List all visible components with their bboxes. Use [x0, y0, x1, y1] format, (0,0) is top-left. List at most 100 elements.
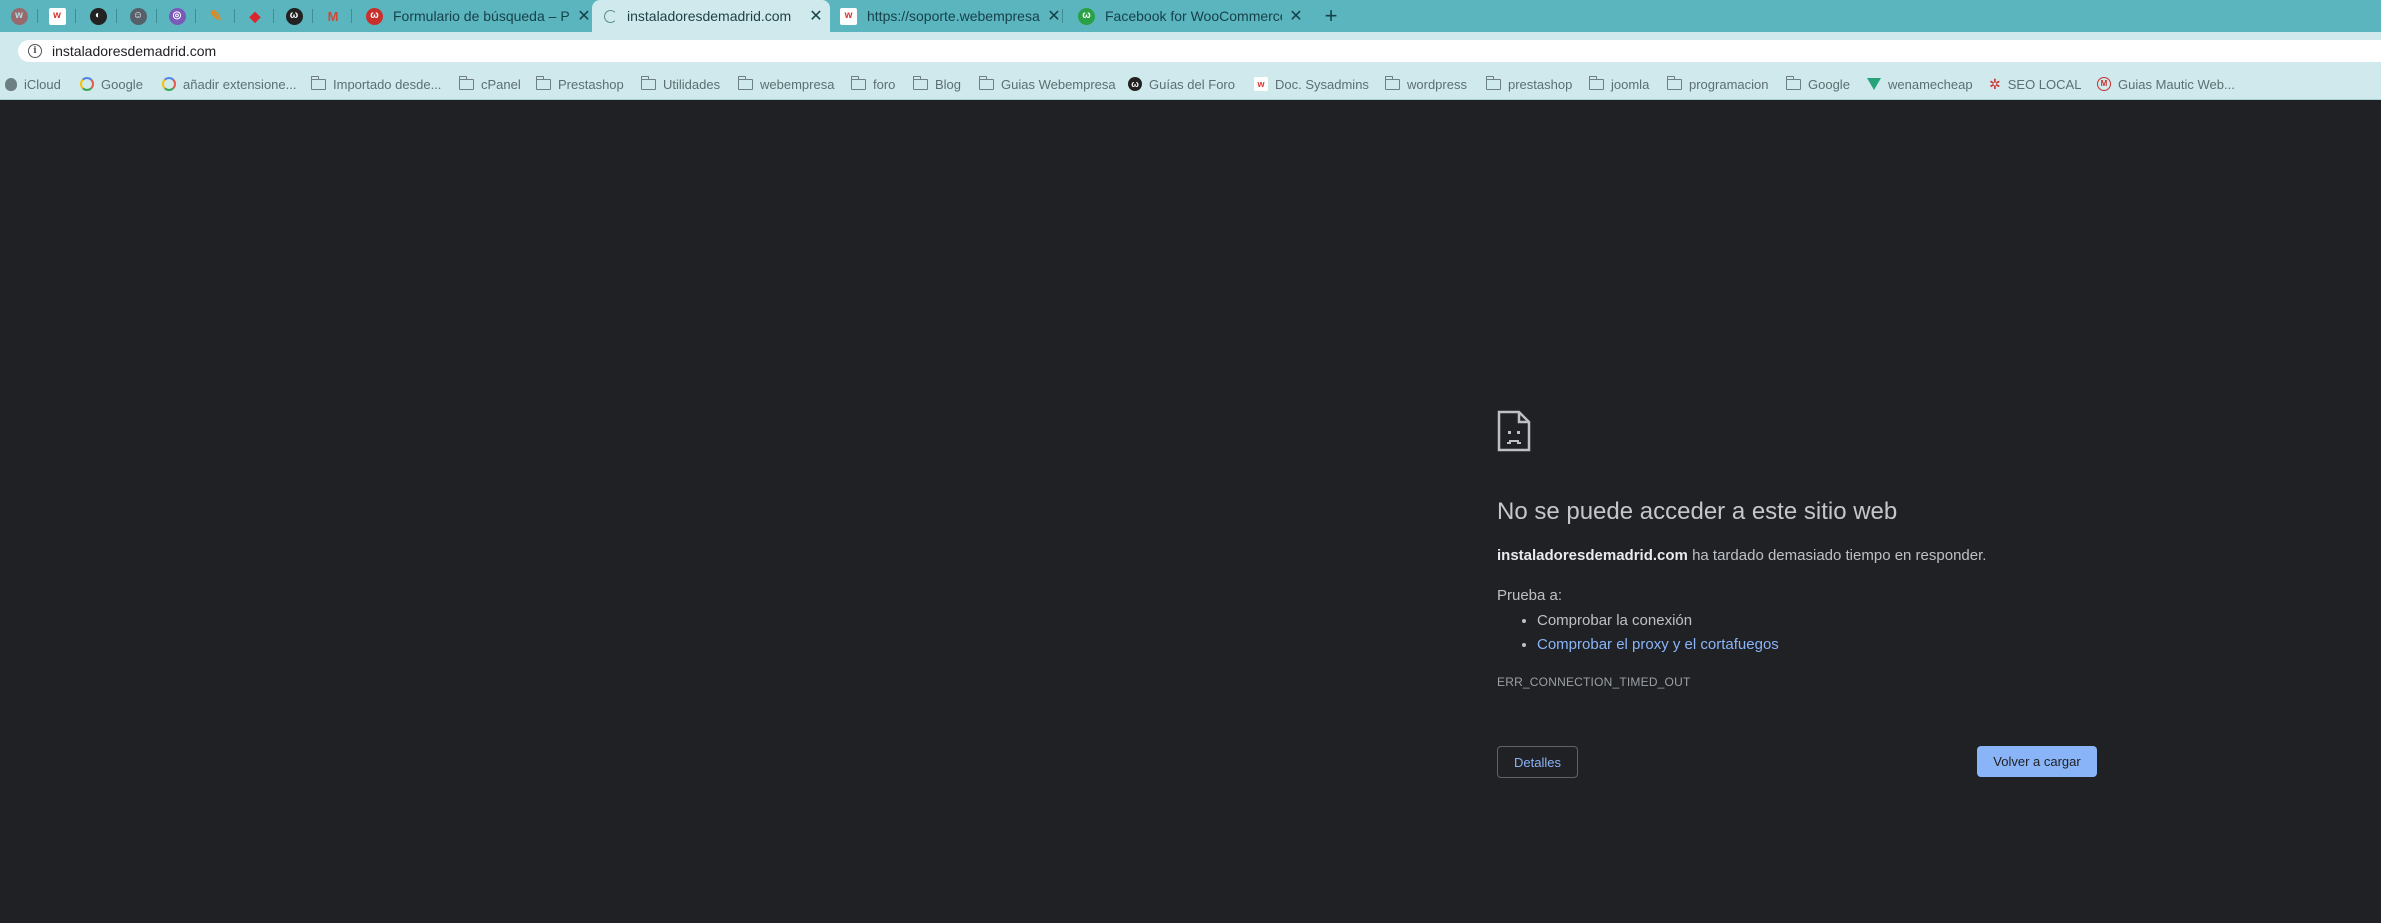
bookmark-seo-local[interactable]: ✲ SEO LOCAL: [1989, 68, 2081, 100]
error-message: ha tardado demasiado tiempo en responder…: [1687, 547, 1987, 564]
site-info-icon[interactable]: i: [28, 44, 42, 58]
details-button[interactable]: Detalles: [1497, 746, 1578, 778]
folder-icon: [737, 75, 753, 90]
bookmark-label: wordpress: [1407, 76, 1467, 92]
tab-instaladoresdemadrid[interactable]: instaladoresdemadrid.com ✕: [592, 0, 830, 32]
bookmark-foro[interactable]: foro: [850, 68, 895, 100]
tab-formulario[interactable]: ω Formulario de búsqueda – Plug ✕: [362, 0, 593, 32]
pinned-tab-1[interactable]: w: [0, 0, 38, 32]
bookmark-label: Guías del Foro: [1149, 76, 1235, 92]
pinned-tab-2[interactable]: w: [38, 0, 76, 32]
page-content: [0, 101, 2381, 923]
pinned-tab-9[interactable]: M: [314, 0, 352, 32]
close-icon[interactable]: ✕: [1288, 6, 1304, 26]
gmail-icon: M: [327, 8, 339, 24]
webempresa-icon: ω: [366, 7, 383, 25]
bookmark-guias-del-foro[interactable]: ω Guías del Foro: [1128, 68, 1235, 100]
globe-icon: ◐: [89, 7, 107, 25]
error-title: No se puede acceder a este sitio web: [1497, 498, 1898, 525]
mautic-icon: M: [2097, 77, 2111, 91]
pinned-tab-8[interactable]: ω: [275, 0, 313, 32]
pencil-icon: ✎: [209, 7, 223, 25]
webempresa-w-icon: w: [48, 7, 66, 25]
bookmark-label: iCloud: [24, 76, 61, 92]
folder-icon: [1666, 75, 1682, 90]
tab-soporte[interactable]: w https://soporte.webempresa.c ✕: [840, 0, 1063, 32]
tab-title: instaladoresdemadrid.com: [627, 8, 792, 24]
bookmark-wenamecheap[interactable]: wenamecheap: [1867, 68, 1973, 100]
folder-icon: [1785, 75, 1801, 90]
apple-icon: [5, 77, 17, 91]
bookmark-doc-sysadmins[interactable]: w Doc. Sysadmins: [1254, 68, 1369, 100]
bookmark-icloud[interactable]: iCloud: [5, 68, 61, 100]
webempresa-w-icon: w: [840, 7, 857, 25]
bookmark-wordpress[interactable]: wordpress: [1384, 68, 1467, 100]
sad-page-icon: [1497, 410, 1531, 452]
bookmark-prestashop-folder[interactable]: prestashop: [1485, 68, 1572, 100]
close-icon[interactable]: ✕: [1046, 6, 1062, 26]
pinned-tab-4[interactable]: ☺: [119, 0, 157, 32]
target-icon: ◎: [168, 7, 186, 25]
url-text[interactable]: instaladoresdemadrid.com: [52, 43, 216, 59]
folder-icon: [850, 75, 866, 90]
bookmark-google-folder[interactable]: Google: [1785, 68, 1850, 100]
settings-icon: ✲: [1989, 75, 2001, 92]
wordpress-forum-icon: ω: [285, 7, 303, 25]
bookmark-blog[interactable]: Blog: [912, 68, 961, 100]
new-tab-button[interactable]: +: [1320, 0, 1342, 32]
tab-title: Facebook for WooCommerce –: [1105, 8, 1282, 24]
tab-title: https://soporte.webempresa.c: [867, 8, 1040, 24]
try-label: Prueba a:: [1497, 587, 1563, 604]
robot-icon: ☺: [129, 7, 147, 25]
tab-strip: w w ◐ ☺ ◎ ✎ ◆ ω M ω Formulario de búsque…: [0, 0, 2381, 32]
bookmark-label: SEO LOCAL: [2007, 76, 2082, 92]
bookmark-guias-webempresa[interactable]: Guias Webempresa: [978, 68, 1116, 100]
bookmark-guias-mautic[interactable]: M Guias Mautic Web...: [2097, 68, 2235, 100]
folder-icon: [310, 75, 326, 90]
webempresa-w-icon: w: [1254, 77, 1268, 91]
folder-icon: [535, 75, 551, 90]
error-host: instaladoresdemadrid.com: [1497, 547, 1688, 564]
vuetify-icon: [1867, 78, 1881, 90]
bookmark-importado[interactable]: Importado desde...: [310, 68, 442, 100]
pinned-tab-3[interactable]: ◐: [79, 0, 117, 32]
pinned-tab-7[interactable]: ◆: [236, 0, 274, 32]
close-icon[interactable]: ✕: [576, 6, 592, 26]
pinned-tab-5[interactable]: ◎: [158, 0, 196, 32]
bookmark-programacion[interactable]: programacion: [1666, 68, 1769, 100]
wordpress-forum-icon: ω: [1128, 77, 1142, 91]
bookmark-label: Prestashop: [558, 76, 624, 92]
bookmarks-bar: iCloud Google añadir extensione... Impor…: [0, 68, 2381, 100]
tab-title: Formulario de búsqueda – Plug: [393, 8, 570, 24]
bookmark-label: Google: [1808, 76, 1850, 92]
close-icon[interactable]: ✕: [808, 6, 824, 26]
bookmark-joomla[interactable]: joomla: [1588, 68, 1650, 100]
bookmark-label: Importado desde...: [333, 76, 442, 92]
bookmark-label: Guias Mautic Web...: [2118, 76, 2235, 92]
suggestion-check-proxy: Comprobar el proxy y el cortafuegos: [1537, 634, 1779, 658]
tab-facebook-woocommerce[interactable]: ω Facebook for WooCommerce – ✕: [1078, 0, 1304, 32]
check-proxy-link[interactable]: Comprobar el proxy y el cortafuegos: [1537, 636, 1779, 653]
address-bar[interactable]: i instaladoresdemadrid.com: [18, 40, 2381, 62]
google-icon: [162, 77, 176, 91]
bookmark-label: añadir extensione...: [183, 76, 297, 92]
pinned-tab-6[interactable]: ✎: [197, 0, 235, 32]
bookmark-cpanel[interactable]: cPanel: [458, 68, 521, 100]
bookmark-utilidades[interactable]: Utilidades: [640, 68, 721, 100]
bookmark-label: Guias Webempresa: [1001, 76, 1116, 92]
bookmark-label: joomla: [1611, 76, 1650, 92]
google-icon: [80, 77, 94, 91]
reload-button[interactable]: Volver a cargar: [1977, 746, 2097, 777]
bookmark-webempresa[interactable]: webempresa: [737, 68, 834, 100]
bookmark-label: Utilidades: [663, 76, 721, 92]
suggestions-list: Comprobar la conexión Comprobar el proxy…: [1497, 610, 1779, 658]
bookmark-label: cPanel: [481, 76, 521, 92]
folder-icon: [458, 75, 474, 90]
bookmark-anadir-extensiones[interactable]: añadir extensione...: [162, 68, 296, 100]
folder-icon: [1384, 75, 1400, 90]
suggestion-check-connection: Comprobar la conexión: [1537, 610, 1779, 634]
folder-icon: [1485, 75, 1501, 90]
bookmark-prestashop[interactable]: Prestashop: [535, 68, 624, 100]
error-code: ERR_CONNECTION_TIMED_OUT: [1497, 675, 1691, 689]
bookmark-google[interactable]: Google: [80, 68, 143, 100]
